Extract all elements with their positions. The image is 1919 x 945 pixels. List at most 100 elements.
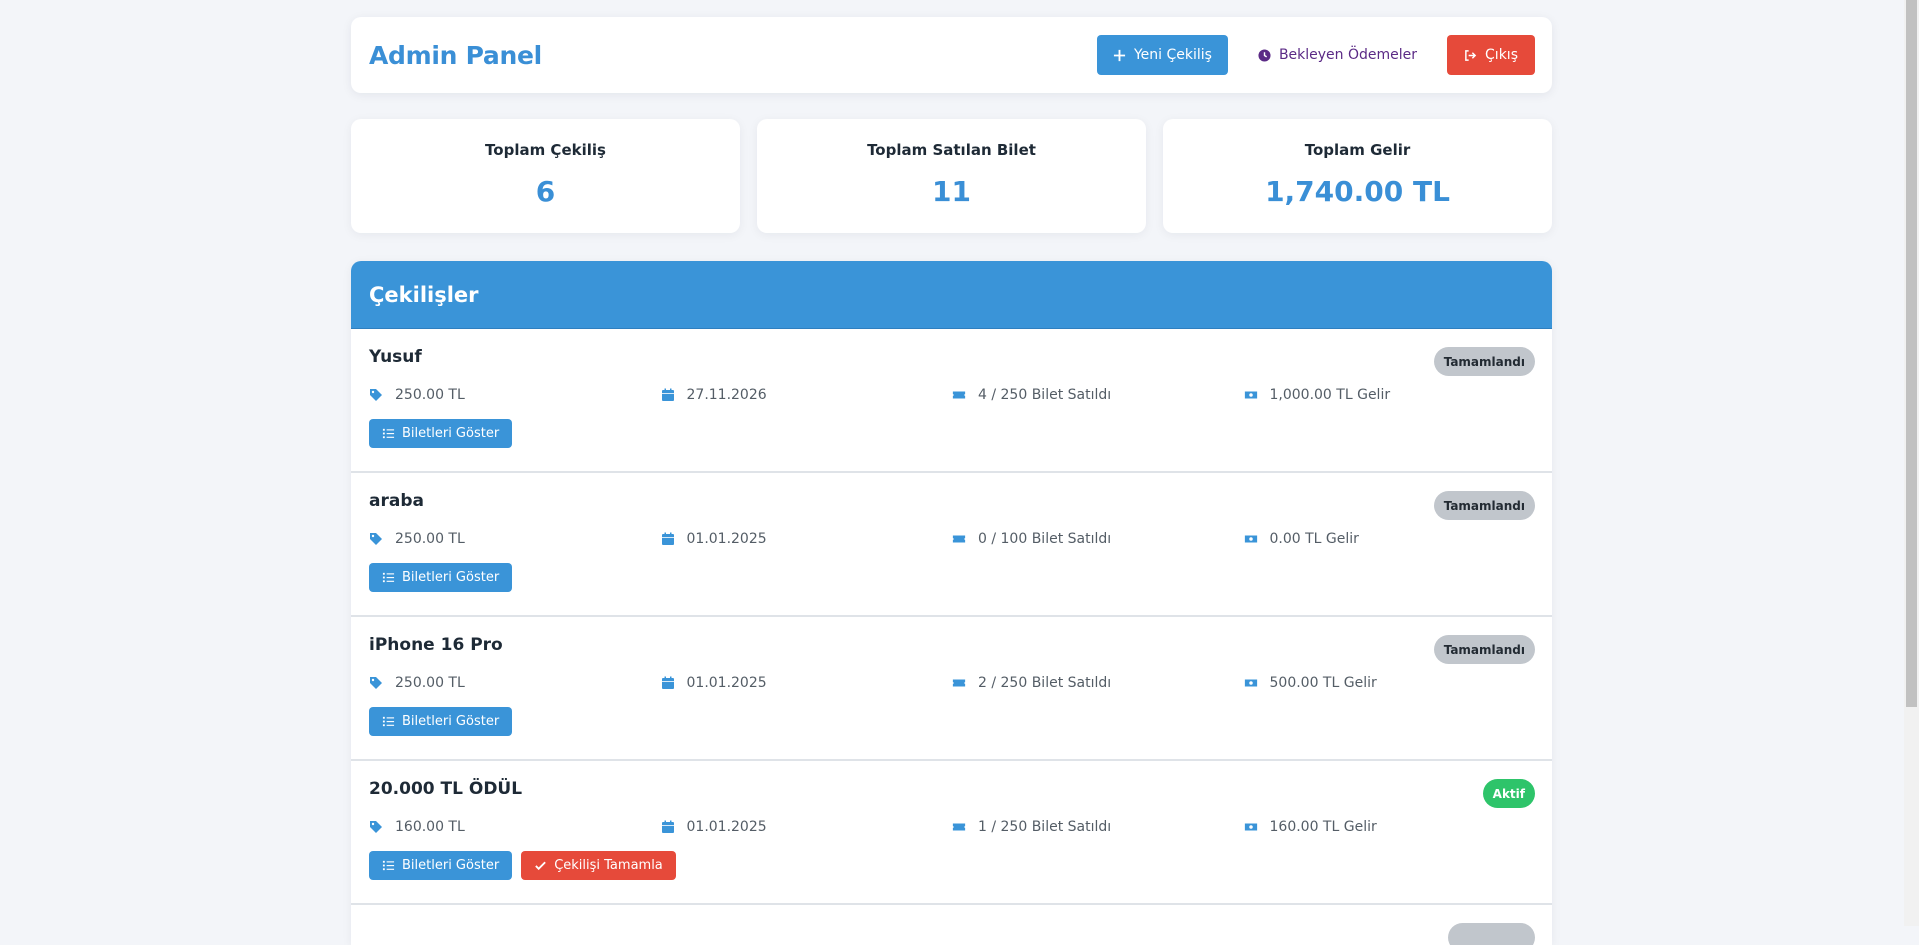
draw-item-partial [351,905,1552,945]
money-icon [1244,391,1257,399]
stat-total-tickets-sold: Toplam Satılan Bilet 11 [757,119,1146,233]
complete-draw-button[interactable]: Çekilişi Tamamla [521,851,676,880]
draw-tickets-value: 2 / 250 Bilet Satıldı [978,675,1112,691]
draw-price: 250.00 TL [369,675,661,691]
status-badge: Tamamlandı [1433,491,1535,520]
show-tickets-label: Biletleri Göster [402,858,500,873]
draw-revenue: 1,000.00 TL Gelir [1244,387,1536,403]
draw-tickets-value: 4 / 250 Bilet Satıldı [978,387,1112,403]
calendar-icon [661,676,674,689]
brand-title: Admin Panel [369,40,542,70]
list-icon [382,572,395,583]
draw-tickets-value: 0 / 100 Bilet Satıldı [978,531,1112,547]
draw-actions: Biletleri Göster [369,563,1535,592]
show-tickets-label: Biletleri Göster [402,570,500,585]
complete-draw-label: Çekilişi Tamamla [554,858,663,873]
pending-payments-label: Bekleyen Ödemeler [1278,47,1418,63]
draws-panel: Çekilişler Yusuf Tamamlandı 250.00 TL 27… [351,261,1552,945]
draw-date-value: 01.01.2025 [686,531,767,547]
show-tickets-button[interactable]: Biletleri Göster [369,563,513,592]
new-draw-button[interactable]: Yeni Çekiliş [1096,35,1228,75]
status-badge: Tamamlandı [1433,635,1535,664]
draw-price: 250.00 TL [369,531,661,547]
draw-actions: Biletleri Göster Çekilişi Tamamla [369,851,1535,880]
logout-label: Çıkış [1485,47,1518,63]
draw-title: 20.000 TL ÖDÜL [369,779,523,799]
draw-meta: 250.00 TL 01.01.2025 2 / 250 Bilet Satıl… [369,675,1535,691]
pending-payments-button[interactable]: Bekleyen Ödemeler [1242,35,1433,75]
show-tickets-label: Biletleri Göster [402,714,500,729]
draw-date: 01.01.2025 [661,819,953,835]
show-tickets-button[interactable]: Biletleri Göster [369,419,513,448]
draw-revenue-value: 1,000.00 TL Gelir [1269,387,1391,403]
draw-actions: Biletleri Göster [369,419,1535,448]
money-icon [1244,823,1257,831]
show-tickets-label: Biletleri Göster [402,426,500,441]
draw-item: Yusuf Tamamlandı 250.00 TL 27.11.2026 4 … [351,329,1552,473]
draw-revenue-value: 160.00 TL Gelir [1269,819,1377,835]
draw-item: 20.000 TL ÖDÜL Aktif 160.00 TL 01.01.202… [351,761,1552,905]
draw-revenue: 500.00 TL Gelir [1244,675,1536,691]
list-icon [382,428,395,439]
draw-meta: 250.00 TL 01.01.2025 0 / 100 Bilet Satıl… [369,531,1535,547]
draw-price-value: 250.00 TL [395,531,465,547]
new-draw-label: Yeni Çekiliş [1133,47,1212,63]
stat-value: 11 [932,175,971,208]
draw-date: 01.01.2025 [661,531,953,547]
check-icon [535,861,546,871]
draw-date: 27.11.2026 [661,387,953,403]
tag-icon [370,821,382,833]
money-icon [1244,679,1257,687]
stat-label: Toplam Çekiliş [485,141,606,159]
calendar-icon [661,820,674,833]
page-scrollbar[interactable] [1904,0,1919,926]
stat-value: 1,740.00 TL [1265,175,1450,208]
draw-tickets: 0 / 100 Bilet Satıldı [952,531,1244,547]
status-badge-partial [1448,923,1535,945]
sign-out-icon [1465,49,1477,61]
ticket-icon [952,823,966,831]
draw-meta: 160.00 TL 01.01.2025 1 / 250 Bilet Satıl… [369,819,1535,835]
draw-item: araba Tamamlandı 250.00 TL 01.01.2025 0 … [351,473,1552,617]
calendar-icon [661,532,674,545]
stat-value: 6 [535,175,556,208]
header-actions: Yeni Çekiliş Bekleyen Ödemeler Çıkış [1096,35,1535,75]
clock-icon [1258,48,1271,62]
list-icon [382,860,395,871]
draw-tickets: 1 / 250 Bilet Satıldı [952,819,1244,835]
money-icon [1244,535,1257,543]
top-header: Admin Panel Yeni Çekiliş Bekleyen Ödemel… [351,17,1552,93]
draw-price: 160.00 TL [369,819,661,835]
draw-revenue-value: 500.00 TL Gelir [1269,675,1377,691]
show-tickets-button[interactable]: Biletleri Göster [369,851,513,880]
draw-title: Yusuf [369,347,422,367]
tag-icon [370,389,382,401]
draw-revenue-value: 0.00 TL Gelir [1269,531,1359,547]
stats-row: Toplam Çekiliş 6 Toplam Satılan Bilet 11… [351,119,1552,233]
logout-button[interactable]: Çıkış [1447,35,1535,75]
plus-icon [1113,49,1126,61]
show-tickets-button[interactable]: Biletleri Göster [369,707,513,736]
scrollbar-thumb[interactable] [1906,0,1917,707]
ticket-icon [952,391,966,399]
ticket-icon [952,535,966,543]
draw-revenue: 0.00 TL Gelir [1244,531,1536,547]
status-badge: Tamamlandı [1433,347,1535,376]
status-badge: Aktif [1482,779,1535,808]
draw-tickets-value: 1 / 250 Bilet Satıldı [978,819,1112,835]
draw-tickets: 4 / 250 Bilet Satıldı [952,387,1244,403]
calendar-icon [661,388,674,401]
draw-price: 250.00 TL [369,387,661,403]
draw-price-value: 250.00 TL [395,387,465,403]
ticket-icon [952,679,966,687]
draw-date: 01.01.2025 [661,675,953,691]
draw-date-value: 01.01.2025 [686,819,767,835]
stat-total-revenue: Toplam Gelir 1,740.00 TL [1163,119,1552,233]
draw-actions: Biletleri Göster [369,707,1535,736]
draw-price-value: 250.00 TL [395,675,465,691]
draw-title: araba [369,491,424,511]
draw-title: iPhone 16 Pro [369,635,503,655]
stat-total-draws: Toplam Çekiliş 6 [351,119,740,233]
draw-item: iPhone 16 Pro Tamamlandı 250.00 TL 01.01… [351,617,1552,761]
draws-panel-title: Çekilişler [351,261,1552,329]
